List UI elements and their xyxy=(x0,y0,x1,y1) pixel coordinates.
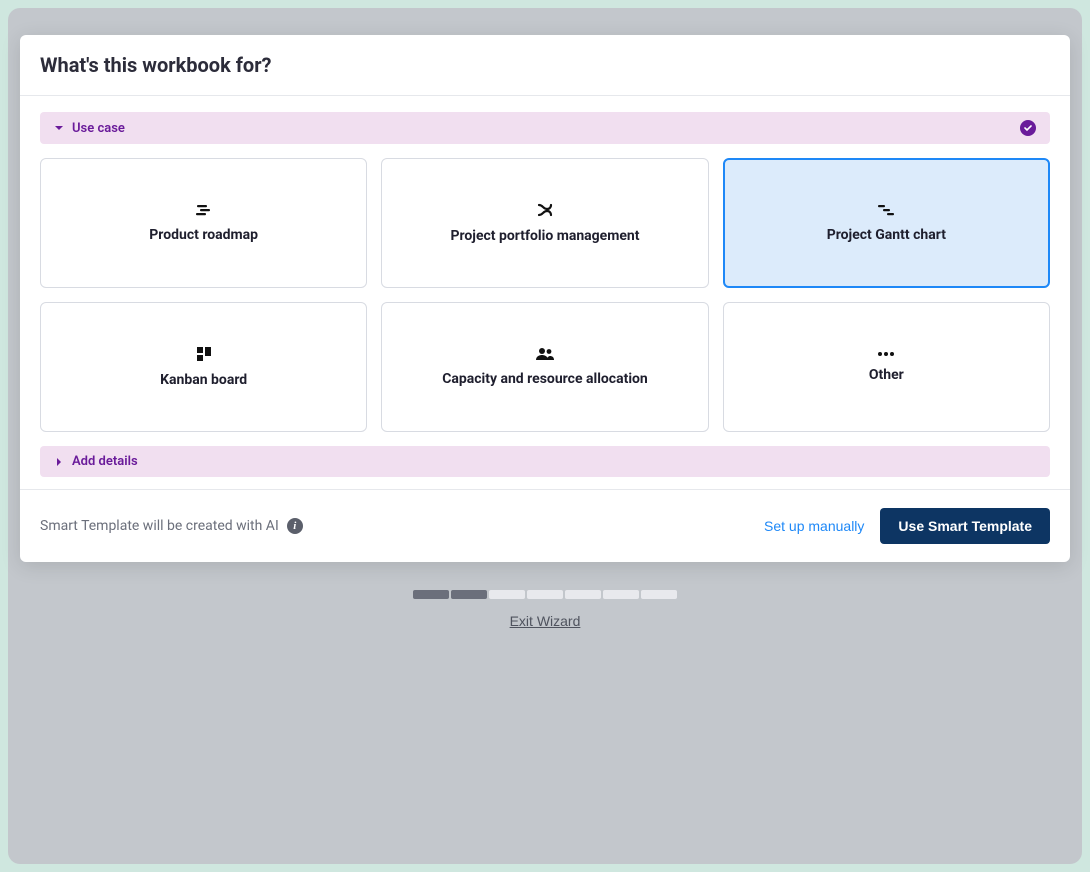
setup-manually-link[interactable]: Set up manually xyxy=(764,518,864,534)
use-smart-template-button[interactable]: Use Smart Template xyxy=(880,508,1050,544)
gantt-icon xyxy=(877,203,895,217)
footer-note-text: Smart Template will be created with AI xyxy=(40,518,279,534)
usecase-card-label: Product roadmap xyxy=(149,227,258,243)
check-circle-icon xyxy=(1020,120,1036,136)
usecase-card-capacity[interactable]: Capacity and resource allocation xyxy=(381,302,708,432)
progress-segment xyxy=(527,590,563,599)
usecase-card-label: Kanban board xyxy=(160,372,247,388)
dots-icon xyxy=(876,351,896,357)
roadmap-icon xyxy=(195,203,213,217)
kanban-icon xyxy=(196,346,212,362)
usecase-card-project-portfolio[interactable]: Project portfolio management xyxy=(381,158,708,288)
section-add-details[interactable]: Add details xyxy=(40,446,1050,477)
usecase-card-label: Project portfolio management xyxy=(450,228,639,244)
usecase-card-gantt-chart[interactable]: Project Gantt chart xyxy=(723,158,1050,288)
people-icon xyxy=(535,347,555,361)
progress-segment xyxy=(413,590,449,599)
portfolio-icon xyxy=(536,202,554,218)
usecase-grid: Product roadmap Project portfolio managem… xyxy=(40,158,1050,432)
progress-segment xyxy=(451,590,487,599)
usecase-card-label: Capacity and resource allocation xyxy=(442,371,648,387)
exit-wizard-link[interactable]: Exit Wizard xyxy=(510,613,581,629)
wizard-modal: What's this workbook for? Use case Produ… xyxy=(20,35,1070,562)
progress-segment xyxy=(565,590,601,599)
usecase-card-label: Project Gantt chart xyxy=(827,227,946,243)
usecase-card-kanban-board[interactable]: Kanban board xyxy=(40,302,367,432)
chevron-right-icon xyxy=(54,457,64,467)
chevron-down-icon xyxy=(54,123,64,133)
modal-header: What's this workbook for? xyxy=(20,35,1070,96)
footer-note: Smart Template will be created with AI i xyxy=(40,518,303,534)
modal-footer: Smart Template will be created with AI i… xyxy=(20,489,1070,562)
modal-title: What's this workbook for? xyxy=(40,53,1050,77)
progress-segment xyxy=(641,590,677,599)
usecase-card-other[interactable]: Other xyxy=(723,302,1050,432)
usecase-card-product-roadmap[interactable]: Product roadmap xyxy=(40,158,367,288)
progress-segment xyxy=(489,590,525,599)
usecase-card-label: Other xyxy=(869,367,904,383)
progress-segment xyxy=(603,590,639,599)
section-use-case[interactable]: Use case xyxy=(40,112,1050,144)
wizard-progress-area: Exit Wizard xyxy=(0,590,1090,629)
modal-body: Use case Product roadmap Project portfoli… xyxy=(20,96,1070,489)
section-add-details-label: Add details xyxy=(72,454,138,469)
wizard-progress xyxy=(413,590,677,599)
info-icon[interactable]: i xyxy=(287,518,303,534)
section-use-case-label: Use case xyxy=(72,121,125,136)
